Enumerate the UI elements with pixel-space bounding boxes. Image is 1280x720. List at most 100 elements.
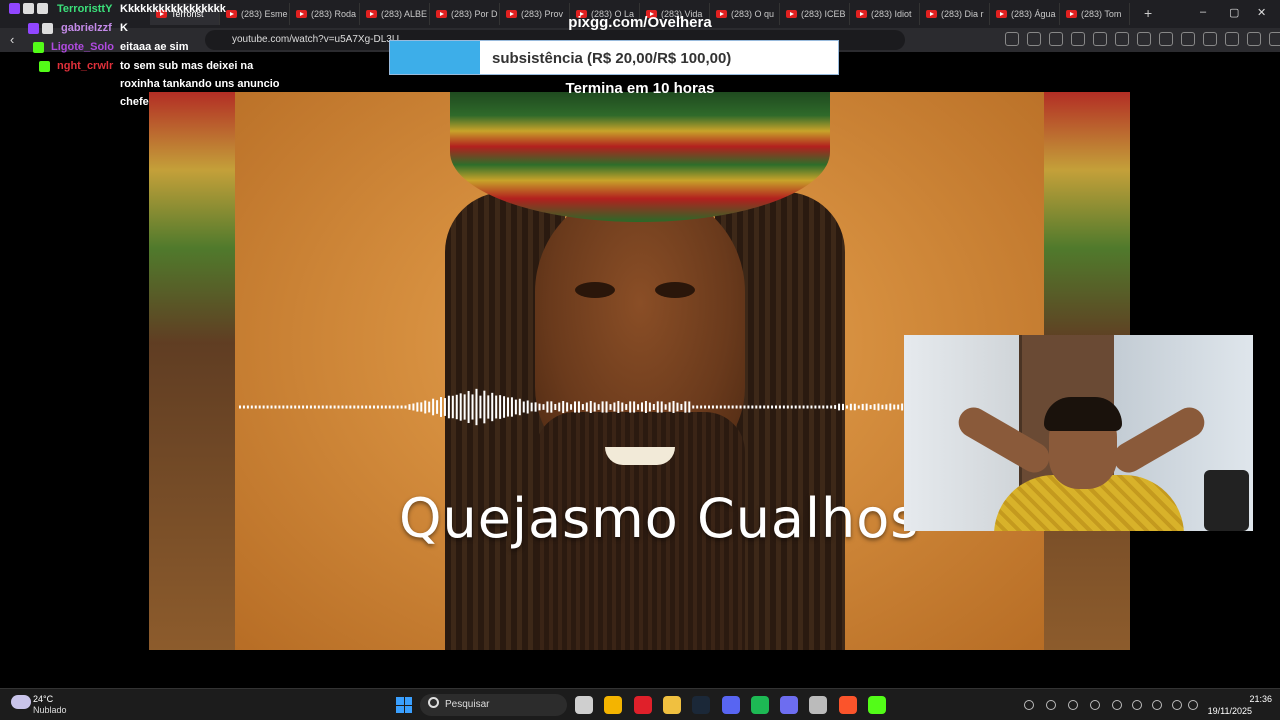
goal-site: pixgg.com/Ovelhera — [568, 14, 712, 31]
network-icon[interactable] — [1172, 700, 1182, 710]
waveform-bar — [853, 403, 856, 411]
clock-date[interactable]: 19/11/2025 — [1200, 706, 1252, 716]
youtube-icon — [996, 10, 1007, 18]
opera-icon[interactable] — [633, 696, 652, 714]
video-blur-left — [149, 92, 235, 650]
waveform-bar — [881, 404, 884, 410]
browser-tab[interactable]: (283) Esme — [220, 3, 290, 25]
screen: Terrorist (283) Esme (283) Roda (283) ALBE(… — [0, 0, 1280, 720]
tab-label: (283) Roda — [311, 9, 357, 19]
tab-label: (283) Idiot — [871, 9, 912, 19]
waveform-bar — [688, 401, 691, 413]
brave-icon[interactable] — [838, 696, 857, 714]
waveform-bar — [337, 405, 340, 409]
waveform-bar — [518, 398, 521, 416]
minimize-button[interactable]: – — [1200, 6, 1206, 18]
waveform-bar — [692, 405, 695, 409]
waveform-bar — [901, 403, 904, 411]
browser-tab[interactable]: (283) Roda — [290, 3, 360, 25]
file-explorer-icon[interactable] — [575, 696, 593, 714]
extension-icon[interactable] — [1027, 32, 1041, 46]
extension-icon[interactable] — [1071, 32, 1085, 46]
browser-tab[interactable]: (283) Tom — [1060, 3, 1130, 25]
taskbar-search[interactable] — [420, 694, 567, 716]
maximize-button[interactable]: ▢ — [1229, 6, 1239, 19]
waveform-bar — [570, 404, 573, 410]
waveform-bar — [708, 405, 710, 409]
waveform-bar — [826, 405, 829, 409]
waveform-bar — [246, 405, 249, 409]
back-icon[interactable]: ‹ — [10, 32, 14, 47]
waveform-bar — [420, 402, 423, 412]
waveform-bar — [735, 405, 738, 409]
waveform-bar — [282, 405, 285, 409]
youtube-icon — [436, 10, 447, 18]
waveform-bar — [416, 402, 419, 412]
microphone-icon[interactable] — [1152, 700, 1162, 710]
waveform-bar — [782, 405, 785, 409]
waveform-bar — [664, 404, 667, 410]
tray-app-icon[interactable] — [1090, 700, 1100, 710]
wallet-icon[interactable] — [1203, 32, 1217, 46]
waveform-bar — [290, 405, 293, 409]
music-icon[interactable] — [1159, 32, 1173, 46]
app-icon[interactable] — [780, 696, 799, 714]
chrome-icon[interactable] — [604, 696, 623, 714]
url-text[interactable]: youtube.com/watch?v=u5A7Xg-DL3U — [232, 34, 399, 45]
windows-start-icon[interactable] — [396, 697, 412, 713]
waveform-bar — [404, 405, 407, 409]
weather-description[interactable]: Nublado — [33, 705, 67, 715]
browser-tab[interactable]: (283) Água — [990, 3, 1060, 25]
waveform-bar — [893, 404, 896, 410]
menu-icon[interactable] — [1269, 32, 1280, 46]
goal-progress-fill — [390, 41, 480, 74]
waveform-bar — [459, 393, 462, 421]
puzzle-icon[interactable] — [1115, 32, 1129, 46]
close-window-button[interactable]: ✕ — [1257, 6, 1266, 19]
waveform-bar — [353, 405, 356, 409]
spotify-icon[interactable] — [750, 696, 769, 714]
waveform-bar — [424, 400, 427, 414]
waveform-bar — [258, 405, 261, 409]
waveform-bar — [605, 401, 608, 413]
waveform-bar — [790, 405, 793, 409]
new-tab-button[interactable]: + — [1144, 5, 1152, 21]
kick-icon[interactable] — [868, 696, 886, 714]
waveform-bar — [601, 401, 604, 413]
waveform-bar — [554, 403, 557, 411]
bluetooth-icon[interactable] — [1132, 700, 1142, 710]
volume-icon[interactable] — [1188, 700, 1198, 710]
app-icon[interactable] — [809, 696, 828, 714]
browser-tab[interactable]: (283) Idiot — [850, 3, 920, 25]
play-icon[interactable] — [1068, 700, 1078, 710]
sidebar-icon[interactable] — [1181, 32, 1195, 46]
waveform-bar — [447, 395, 450, 419]
waveform-bar — [719, 405, 722, 409]
browser-tab[interactable]: (283) ALBE — [360, 3, 430, 25]
waveform-bar — [617, 401, 620, 413]
tray-app-icon[interactable] — [1112, 700, 1122, 710]
extension-icon[interactable] — [1137, 32, 1151, 46]
ai-icon[interactable] — [1225, 32, 1239, 46]
extension-icon[interactable] — [1093, 32, 1107, 46]
discord-icon[interactable] — [721, 696, 740, 714]
weather-temperature[interactable]: 24°C — [33, 694, 53, 704]
extension-icon[interactable] — [1005, 32, 1019, 46]
folder-icon[interactable] — [662, 696, 681, 714]
waveform-bar — [471, 394, 474, 420]
browser-tab[interactable]: (283) Dia r — [920, 3, 990, 25]
waveform-bar — [495, 395, 498, 419]
sync-icon[interactable] — [1046, 700, 1056, 710]
waveform-bar — [503, 396, 506, 418]
clock-time[interactable]: 21:36 — [1220, 694, 1272, 704]
cloud-icon[interactable] — [11, 695, 31, 709]
waveform-bar — [507, 397, 509, 417]
webcam-hair — [1044, 397, 1122, 431]
waveform-bar — [286, 405, 289, 409]
waveform-bar — [838, 403, 841, 411]
search-placeholder[interactable]: Pesquisar — [445, 699, 489, 710]
extension-icon[interactable] — [1049, 32, 1063, 46]
chevron-up-icon[interactable] — [1024, 700, 1034, 710]
steam-icon[interactable] — [692, 696, 711, 714]
shield-icon[interactable] — [1247, 32, 1261, 46]
